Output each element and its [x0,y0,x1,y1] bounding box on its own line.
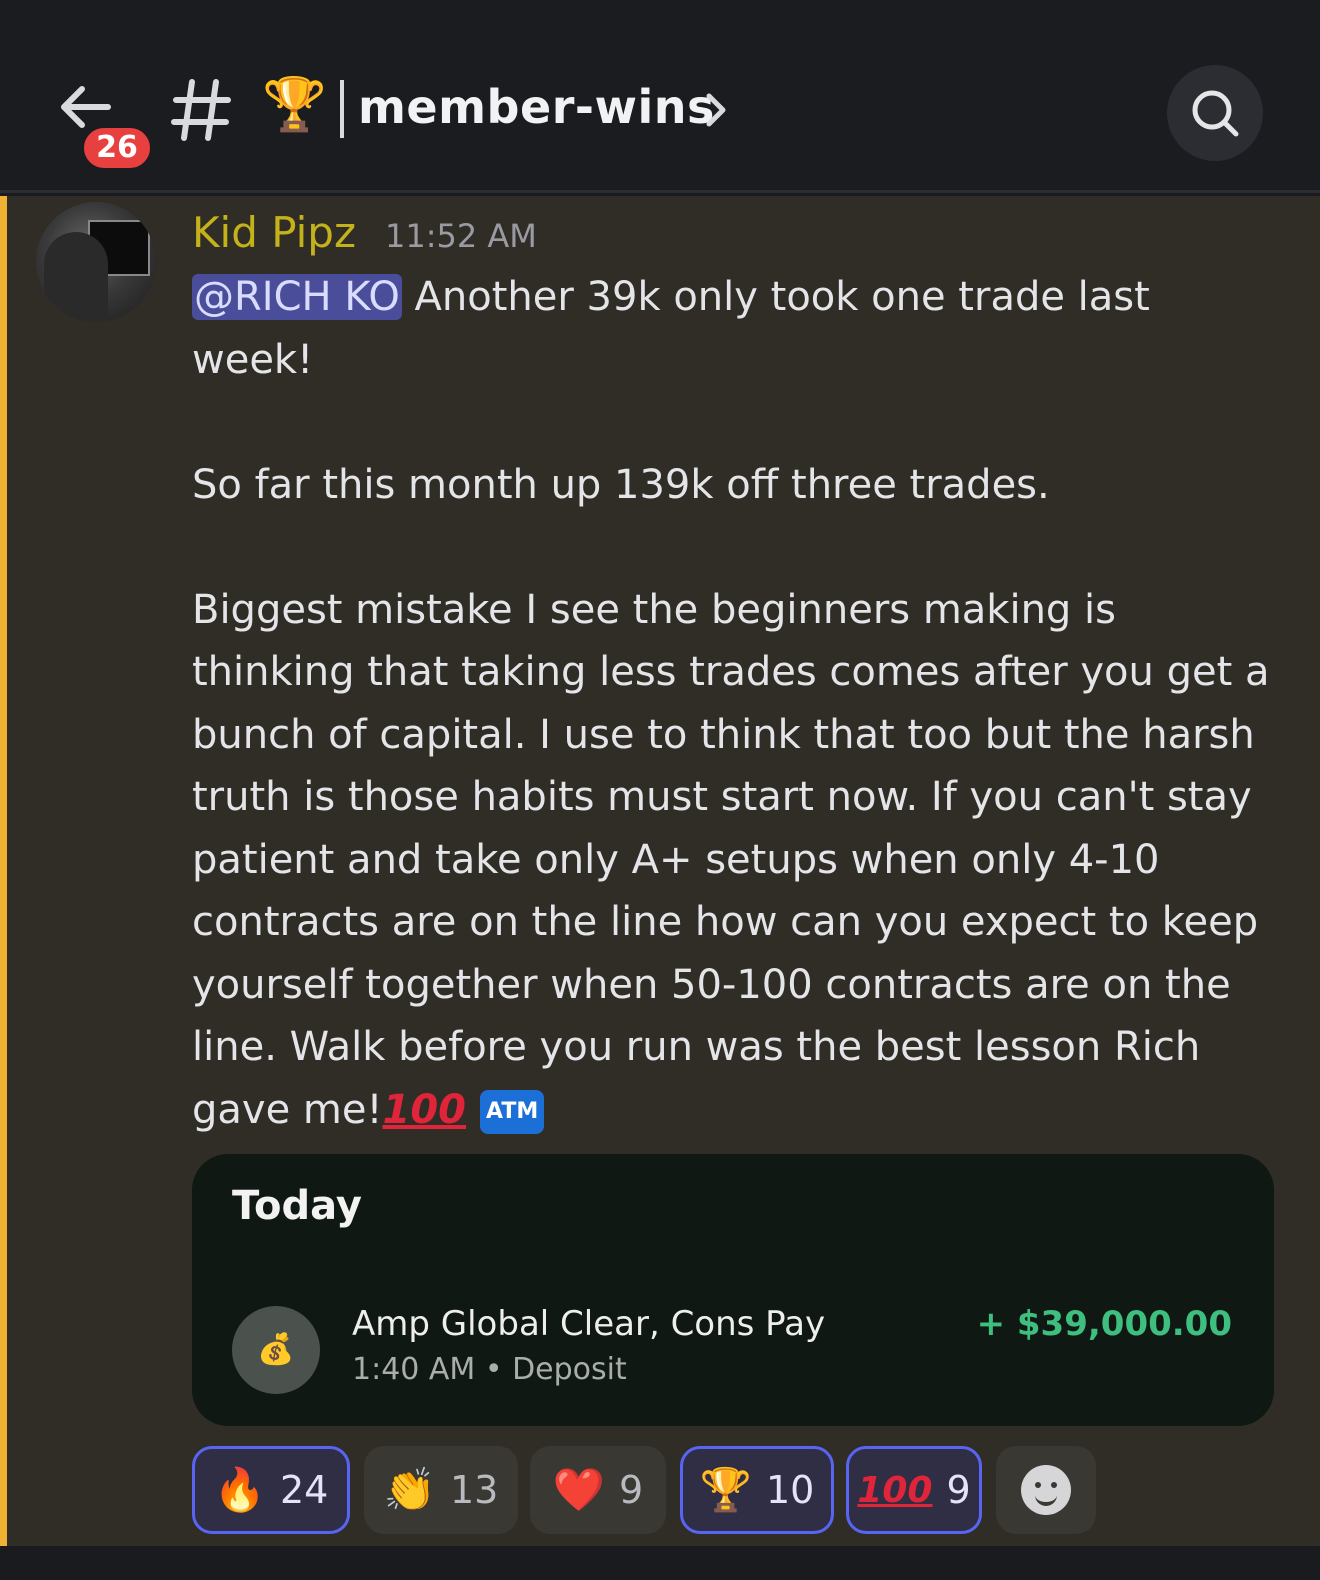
message-content: @RICH KO Another 39k only took one trade… [192,266,1282,1141]
bottom-bar [0,1546,1320,1580]
chevron-right-icon[interactable] [704,90,728,130]
attachment-title: Today [232,1183,362,1229]
title-divider [340,80,344,138]
transaction-payee: Amp Global Clear, Cons Pay [352,1304,826,1344]
avatar[interactable] [36,202,156,322]
reaction-fire[interactable]: 🔥 24 [192,1446,350,1534]
reaction-trophy[interactable]: 🏆 10 [680,1446,834,1534]
transaction-subtitle: 1:40 AM • Deposit [352,1352,627,1387]
message-timestamp: 11:52 AM [385,217,537,255]
user-mention[interactable]: @RICH KO [192,274,402,320]
heart-icon: ❤️ [552,1465,606,1514]
smiley-face-icon [1021,1465,1071,1515]
reaction-hundred[interactable]: 100 9 [846,1446,982,1534]
unread-badge: 26 [80,124,154,172]
fire-icon: 🔥 [213,1465,266,1514]
author-name[interactable]: Kid Pipz [192,206,356,260]
channel-name[interactable]: member-wins [358,76,715,138]
reaction-count: 9 [946,1468,971,1512]
add-reaction-button[interactable] [996,1446,1096,1534]
clapping-hands-icon: 👏 [383,1465,436,1514]
reaction-count: 9 [619,1468,644,1512]
transaction-amount: + $39,000.00 [976,1304,1232,1344]
hashtag-icon [171,79,231,141]
money-bag-icon: 💰 [232,1306,320,1394]
channel-emoji: 🏆 [262,75,327,135]
image-attachment[interactable]: Today 💰 Amp Global Clear, Cons Pay 1:40 … [192,1154,1274,1426]
hundred-points-icon: 100 [382,1086,467,1133]
trophy-icon: 🏆 [699,1465,752,1514]
reaction-count: 13 [449,1468,499,1512]
avatar-figure [44,232,108,322]
search-icon [1192,90,1239,137]
channel-header: 26 🏆 member-wins [0,0,1320,193]
reaction-count: 24 [279,1468,329,1512]
message-text: Another 39k only took one trade last wee… [192,274,1270,1133]
search-button[interactable] [1167,65,1263,161]
reaction-count: 10 [765,1468,815,1512]
reaction-clap[interactable]: 👏 13 [364,1446,518,1534]
hundred-points-icon: 100 [857,1469,933,1511]
reaction-heart[interactable]: ❤️ 9 [530,1446,666,1534]
atm-icon: ATM [480,1089,545,1134]
